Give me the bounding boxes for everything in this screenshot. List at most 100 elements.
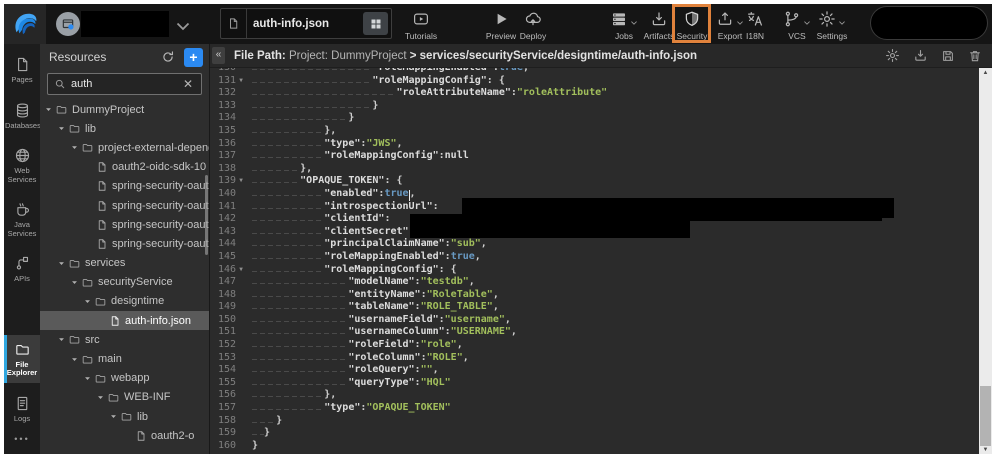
expand-arrow-icon[interactable] <box>44 105 55 114</box>
code-line[interactable]: 136"type": "JWS", <box>210 138 979 151</box>
tree-folder[interactable]: securityService <box>40 273 209 292</box>
code-line[interactable]: 151"usernameColumn": "USERNAME", <box>210 326 979 339</box>
tree-scrollbar[interactable] <box>205 175 208 255</box>
code-line[interactable]: 133} <box>210 100 979 113</box>
code-line[interactable]: 160} <box>210 440 979 453</box>
code-line[interactable]: 158} <box>210 415 979 428</box>
search-input[interactable] <box>71 78 181 90</box>
expand-arrow-icon[interactable] <box>96 393 107 402</box>
code-line[interactable]: 144"principalClaimName": "sub", <box>210 238 979 251</box>
code-line[interactable]: 132"roleAttributeName": "roleAttribute" <box>210 87 979 100</box>
code-line[interactable]: 130"roleMappingEnabled": true, <box>210 68 979 75</box>
wavemaker-logo-icon[interactable] <box>4 4 46 44</box>
code-line[interactable]: 148"entityName": "RoleTable", <box>210 289 979 302</box>
refresh-icon[interactable] <box>161 50 175 64</box>
tutorials-icon <box>412 10 430 28</box>
code-line[interactable]: 150"usernameField": "username", <box>210 314 979 327</box>
tree-folder[interactable]: lib <box>40 407 209 426</box>
sidebar-item-webservices[interactable]: Web Services <box>4 141 40 189</box>
expand-arrow-icon[interactable] <box>109 412 120 421</box>
tree-file[interactable]: spring-security-oaut <box>40 196 209 215</box>
file-icon <box>135 430 147 442</box>
tree-item-label: securityService <box>98 276 173 288</box>
expand-arrow-icon[interactable] <box>70 278 81 287</box>
code-line[interactable]: 153"roleColumn": "ROLE", <box>210 352 979 365</box>
tree-folder[interactable]: DummyProject <box>40 100 209 119</box>
toolbar-item-tutorials[interactable]: Tutorials <box>398 9 444 41</box>
editor-scrollbar[interactable]: ▲ ▼ <box>979 68 992 454</box>
tree-folder[interactable]: designtime <box>40 292 209 311</box>
folder-icon <box>55 103 68 116</box>
tree-file[interactable]: oauth2-oidc-sdk-10 <box>40 158 209 177</box>
collapse-panel-button[interactable]: « <box>212 47 225 64</box>
code-line[interactable]: 131▼"roleMappingConfig": { <box>210 75 979 88</box>
file-settings-gear-icon[interactable] <box>885 48 900 63</box>
code-line[interactable]: 145"roleMappingEnabled": true, <box>210 251 979 264</box>
scroll-up-arrow[interactable]: ▲ <box>979 70 992 76</box>
code-line[interactable]: 157"type": "OPAQUE_TOKEN" <box>210 402 979 415</box>
resources-title: Resources <box>49 50 161 64</box>
code-line[interactable]: 154"roleQuery": "", <box>210 364 979 377</box>
expand-arrow-icon[interactable] <box>83 374 94 383</box>
fold-marker-icon[interactable]: ▼ <box>236 75 246 88</box>
sidebar-item-label: APIs <box>14 275 30 284</box>
code-line[interactable]: 149"tableName": "ROLE_TABLE", <box>210 301 979 314</box>
code-line[interactable]: 146▼"roleMappingConfig": { <box>210 264 979 277</box>
scroll-down-arrow[interactable]: ▼ <box>979 447 992 453</box>
tree-file[interactable]: spring-security-oaut <box>40 215 209 234</box>
tree-file[interactable]: auth-info.json <box>40 311 209 330</box>
code-line[interactable]: 134} <box>210 112 979 125</box>
expand-arrow-icon[interactable] <box>83 297 94 306</box>
toolbar-item-deploy[interactable]: Deploy <box>510 9 556 41</box>
tree-folder[interactable]: src <box>40 330 209 349</box>
chevron-down-icon[interactable] <box>838 19 846 27</box>
sidebar-item-logs[interactable]: Logs <box>4 389 40 429</box>
scrollbar-thumb[interactable] <box>980 386 991 446</box>
tree-file[interactable]: oauth2-o <box>40 426 209 445</box>
toolbar-item-settings[interactable]: Settings <box>809 9 855 41</box>
expand-arrow-icon[interactable] <box>70 355 81 364</box>
fold-marker-icon[interactable]: ▼ <box>236 264 246 277</box>
toolbar-item-i18n[interactable]: I18N <box>732 9 778 41</box>
sidebar-item-databases[interactable]: Databases <box>4 96 40 136</box>
expand-arrow-icon[interactable] <box>57 335 68 344</box>
code-line[interactable]: 147"modelName": "testdb", <box>210 276 979 289</box>
sidebar-item-pages[interactable]: Pages <box>4 50 40 90</box>
clear-search-icon[interactable]: ✕ <box>181 77 195 91</box>
sidebar-item-apis[interactable]: APIs <box>4 249 40 289</box>
expand-arrow-icon[interactable] <box>57 259 68 268</box>
tree-file[interactable]: spring-security-oaut <box>40 177 209 196</box>
tree-folder[interactable]: webapp <box>40 369 209 388</box>
tree-folder[interactable]: WEB-INF <box>40 388 209 407</box>
code-line[interactable]: 139▼"OPAQUE_TOKEN": { <box>210 175 979 188</box>
tree-file[interactable]: spring-security-oaut <box>40 234 209 253</box>
download-file-icon[interactable] <box>913 48 928 63</box>
more-options-icon[interactable]: ••• <box>4 428 40 454</box>
code-line[interactable]: 159} <box>210 427 979 440</box>
code-line[interactable]: 156}, <box>210 389 979 402</box>
save-file-icon[interactable] <box>941 49 955 63</box>
tree-folder[interactable]: main <box>40 349 209 368</box>
code-line[interactable]: 135}, <box>210 125 979 138</box>
add-resource-button[interactable]: + <box>184 48 203 67</box>
tree-folder[interactable]: project-external-depend <box>40 138 209 157</box>
toolbar-item-label: VCS <box>788 31 805 41</box>
sidebar-item-fileexplorer[interactable]: File Explorer <box>4 335 40 383</box>
file-tab[interactable]: auth-info.json <box>220 8 392 39</box>
expand-arrow-icon[interactable] <box>57 124 68 133</box>
project-avatar-icon[interactable] <box>56 12 80 36</box>
grid-icon[interactable] <box>363 12 388 35</box>
code-editor[interactable]: 130"roleMappingEnabled": true,131▼"roleM… <box>210 68 979 454</box>
delete-file-icon[interactable] <box>968 49 982 63</box>
code-line[interactable]: 137"roleMappingConfig": null <box>210 150 979 163</box>
sidebar-item-javaservices[interactable]: Java Services <box>4 195 40 243</box>
chevron-down-icon[interactable] <box>176 18 190 36</box>
code-line[interactable]: 138}, <box>210 163 979 176</box>
line-number: 135 <box>210 125 236 138</box>
tree-folder[interactable]: lib <box>40 119 209 138</box>
tree-folder[interactable]: services <box>40 254 209 273</box>
expand-arrow-icon[interactable] <box>70 143 81 152</box>
fold-marker-icon[interactable]: ▼ <box>236 175 246 188</box>
code-line[interactable]: 152"roleField": "role", <box>210 339 979 352</box>
code-line[interactable]: 155"queryType": "HQL" <box>210 377 979 390</box>
